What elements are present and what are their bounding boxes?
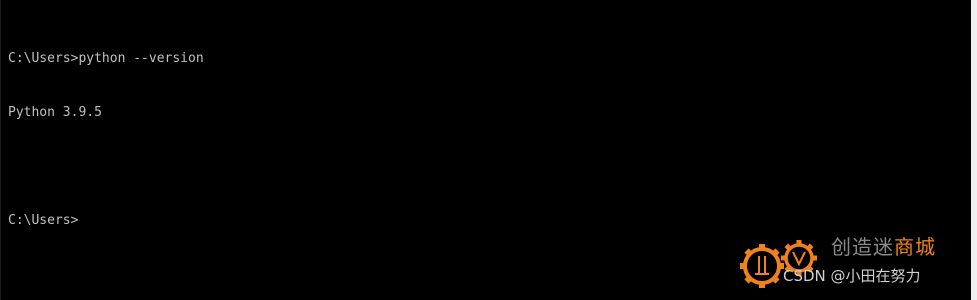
watermark-title: 创造迷商城 (831, 234, 936, 260)
watermark-title-plain: 创造迷 (831, 235, 894, 259)
watermark: 创造迷商城 CSDN @小田在努力 (735, 232, 967, 296)
vertical-scrollbar[interactable] (971, 0, 977, 300)
watermark-subtitle: CSDN @小田在努力 (783, 267, 921, 285)
console-prompt: C:\Users> (8, 213, 79, 228)
console-prompt-line[interactable]: C:\Users> (8, 212, 963, 230)
console-line: C:\Users>python --version (8, 51, 204, 66)
console-window[interactable]: C:\Users>python --version Python 3.9.5 C… (0, 0, 977, 300)
console-output[interactable]: C:\Users>python --version Python 3.9.5 C… (8, 14, 963, 266)
console-line: Python 3.9.5 (8, 105, 102, 120)
watermark-title-accent: 商城 (894, 235, 936, 259)
